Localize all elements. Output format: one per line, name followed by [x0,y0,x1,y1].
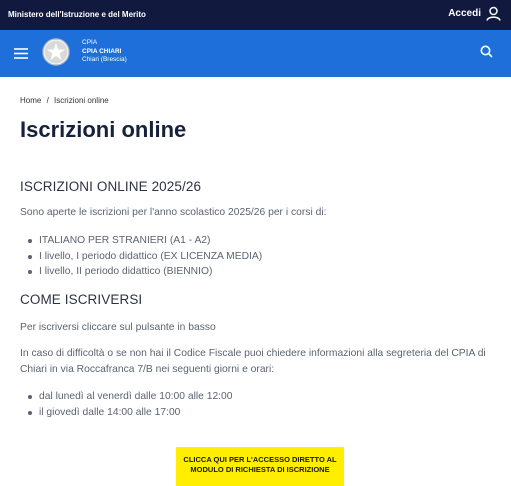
section-heading-enrollment: ISCRIZIONI ONLINE 2025/26 [20,179,202,194]
emblem-icon[interactable] [42,37,70,67]
list-item: ITALIANO PER STRANIERI (A1 - A2) [28,233,262,249]
enrollment-form-button[interactable]: CLICCA QUI PER L'ACCESSO DIRETTO AL MODU… [176,447,344,486]
search-icon[interactable] [480,45,493,63]
list-item: I livello, II periodo didattico (BIENNIO… [28,264,262,280]
cta-line2: MODULO DI RICHIESTA DI ISCRIZIONE [190,465,330,474]
school-name-block[interactable]: CPIA CPIA CHIARI Chiari (Brescia) [82,39,127,65]
cta-line1: CLICCA QUI PER L'ACCESSO DIRETTO AL [183,455,337,464]
breadcrumb-home[interactable]: Home [20,96,41,105]
user-icon [486,6,501,21]
page-title: Iscrizioni online [20,117,187,142]
school-city: Chiari (Brescia) [82,56,127,63]
top-bar: Ministero dell'Istruzione e del Merito A… [0,0,511,30]
list-item: dal lunedì al venerdì dalle 10:00 alle 1… [28,389,233,405]
login-label: Accedi [448,8,481,19]
section-heading-how-to: COME ISCRIVERSI [20,292,143,307]
intro-text: Sono aperte le iscrizioni per l'anno sco… [20,207,327,218]
breadcrumb: Home / Iscrizioni online [20,96,109,105]
list-item: I livello, I periodo didattico (EX LICEN… [28,249,262,265]
how-to-text: Per iscriversi cliccare sul pulsante in … [20,322,216,333]
school-line1: CPIA [82,39,98,46]
menu-icon[interactable] [14,46,28,64]
breadcrumb-current: Iscrizioni online [54,96,109,105]
login-button[interactable]: Accedi [448,6,501,21]
site-header: CPIA CPIA CHIARI Chiari (Brescia) [0,30,511,77]
difficulty-text: In caso di difficoltà o se non hai il Co… [20,348,486,375]
course-list: ITALIANO PER STRANIERI (A1 - A2) I livel… [28,233,262,280]
ministry-link[interactable]: Ministero dell'Istruzione e del Merito [8,10,146,19]
list-item: il giovedì dalle 14:00 alle 17:00 [28,405,233,421]
hours-list: dal lunedì al venerdì dalle 10:00 alle 1… [28,389,233,420]
breadcrumb-separator: / [46,96,49,105]
school-name: CPIA CHIARI [82,47,122,55]
